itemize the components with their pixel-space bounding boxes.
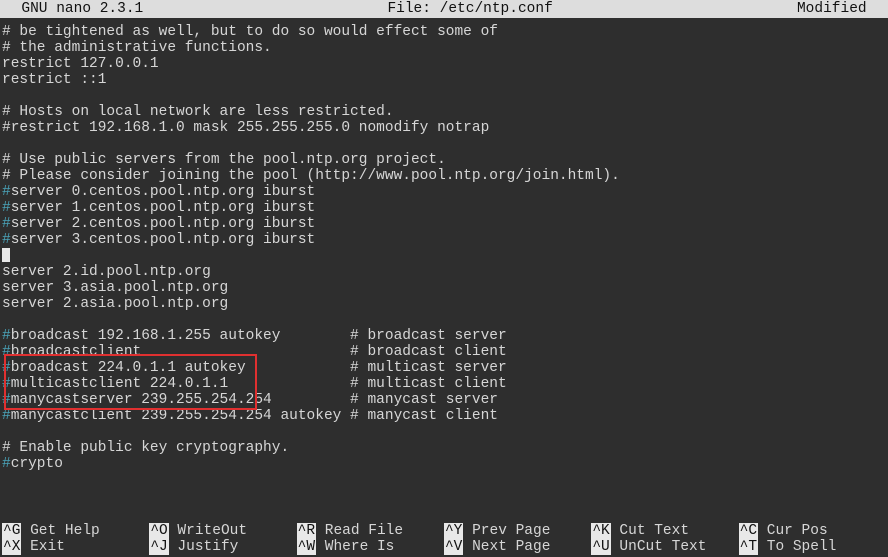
- hotkey-key: ^K: [591, 523, 610, 539]
- hotkey-key: ^C: [739, 523, 758, 539]
- hotkey-label: Justify: [169, 539, 239, 555]
- hotkey-cell: ^C Cur Pos: [739, 523, 886, 539]
- editor-line: #multicastclient 224.0.1.1 # multicast c…: [2, 376, 886, 392]
- hotkey-key: ^G: [2, 523, 21, 539]
- hotkey-cell: ^T To Spell: [739, 539, 886, 555]
- editor-line: server 2.id.pool.ntp.org: [2, 264, 886, 280]
- hotkey-key: ^T: [739, 539, 758, 555]
- hotkey-cell: ^V Next Page: [444, 539, 591, 555]
- hotkey-cell: ^X Exit: [2, 539, 149, 555]
- hotkey-key: ^O: [149, 523, 168, 539]
- hotkey-label: Read File: [316, 523, 403, 539]
- hotkey-label: Cur Pos: [758, 523, 828, 539]
- hotkey-key: ^V: [444, 539, 463, 555]
- hotkey-label: To Spell: [758, 539, 836, 555]
- editor-line: [2, 88, 886, 104]
- modified-flag: Modified: [797, 1, 884, 17]
- text-cursor: [2, 248, 10, 262]
- hotkey-label: UnCut Text: [611, 539, 707, 555]
- hotkey-label: Prev Page: [463, 523, 550, 539]
- editor-line: restrict 127.0.0.1: [2, 56, 886, 72]
- hotkey-label: Get Help: [21, 523, 99, 539]
- editor-content[interactable]: # be tightened as well, but to do so wou…: [0, 18, 888, 472]
- editor-line: #server 0.centos.pool.ntp.org iburst: [2, 184, 886, 200]
- editor-line: [2, 248, 886, 264]
- editor-line: #server 2.centos.pool.ntp.org iburst: [2, 216, 886, 232]
- hotkey-bar: ^G Get Help^O WriteOut^R Read File^Y Pre…: [0, 523, 888, 557]
- editor-line: # Use public servers from the pool.ntp.o…: [2, 152, 886, 168]
- editor-line: restrict ::1: [2, 72, 886, 88]
- hotkey-label: Exit: [21, 539, 65, 555]
- hotkey-cell: ^G Get Help: [2, 523, 149, 539]
- editor-line: [2, 312, 886, 328]
- editor-line: # Hosts on local network are less restri…: [2, 104, 886, 120]
- hotkey-label: Where Is: [316, 539, 394, 555]
- hotkey-label: Cut Text: [611, 523, 689, 539]
- hotkey-cell: ^J Justify: [149, 539, 296, 555]
- editor-line: server 3.asia.pool.ntp.org: [2, 280, 886, 296]
- editor-line: [2, 424, 886, 440]
- editor-line: #broadcast 192.168.1.255 autokey # broad…: [2, 328, 886, 344]
- editor-line: #manycastclient 239.255.254.254 autokey …: [2, 408, 886, 424]
- hotkey-cell: ^U UnCut Text: [591, 539, 738, 555]
- hotkey-cell: ^O WriteOut: [149, 523, 296, 539]
- editor-line: #broadcast 224.0.1.1 autokey # multicast…: [2, 360, 886, 376]
- editor-line: #crypto: [2, 456, 886, 472]
- hotkey-key: ^W: [297, 539, 316, 555]
- file-path: File: /etc/ntp.conf: [143, 1, 797, 17]
- hotkey-label: Next Page: [463, 539, 550, 555]
- hotkey-key: ^J: [149, 539, 168, 555]
- editor-line: server 2.asia.pool.ntp.org: [2, 296, 886, 312]
- editor-line: #broadcastclient # broadcast client: [2, 344, 886, 360]
- editor-line: # the administrative functions.: [2, 40, 886, 56]
- hotkey-cell: ^Y Prev Page: [444, 523, 591, 539]
- hotkey-cell: ^K Cut Text: [591, 523, 738, 539]
- editor-line: #server 3.centos.pool.ntp.org iburst: [2, 232, 886, 248]
- editor-line: # Enable public key cryptography.: [2, 440, 886, 456]
- hotkey-cell: ^R Read File: [297, 523, 444, 539]
- hotkey-key: ^Y: [444, 523, 463, 539]
- editor-line: #restrict 192.168.1.0 mask 255.255.255.0…: [2, 120, 886, 136]
- hotkey-key: ^U: [591, 539, 610, 555]
- editor-line: # be tightened as well, but to do so wou…: [2, 24, 886, 40]
- hotkey-label: WriteOut: [169, 523, 247, 539]
- editor-line: #server 1.centos.pool.ntp.org iburst: [2, 200, 886, 216]
- editor-line: [2, 136, 886, 152]
- hotkey-key: ^R: [297, 523, 316, 539]
- editor-line: # Please consider joining the pool (http…: [2, 168, 886, 184]
- app-name: GNU nano 2.3.1: [4, 1, 143, 17]
- hotkey-cell: ^W Where Is: [297, 539, 444, 555]
- title-bar: GNU nano 2.3.1 File: /etc/ntp.conf Modif…: [0, 0, 888, 18]
- editor-line: #manycastserver 239.255.254.254 # manyca…: [2, 392, 886, 408]
- hotkey-key: ^X: [2, 539, 21, 555]
